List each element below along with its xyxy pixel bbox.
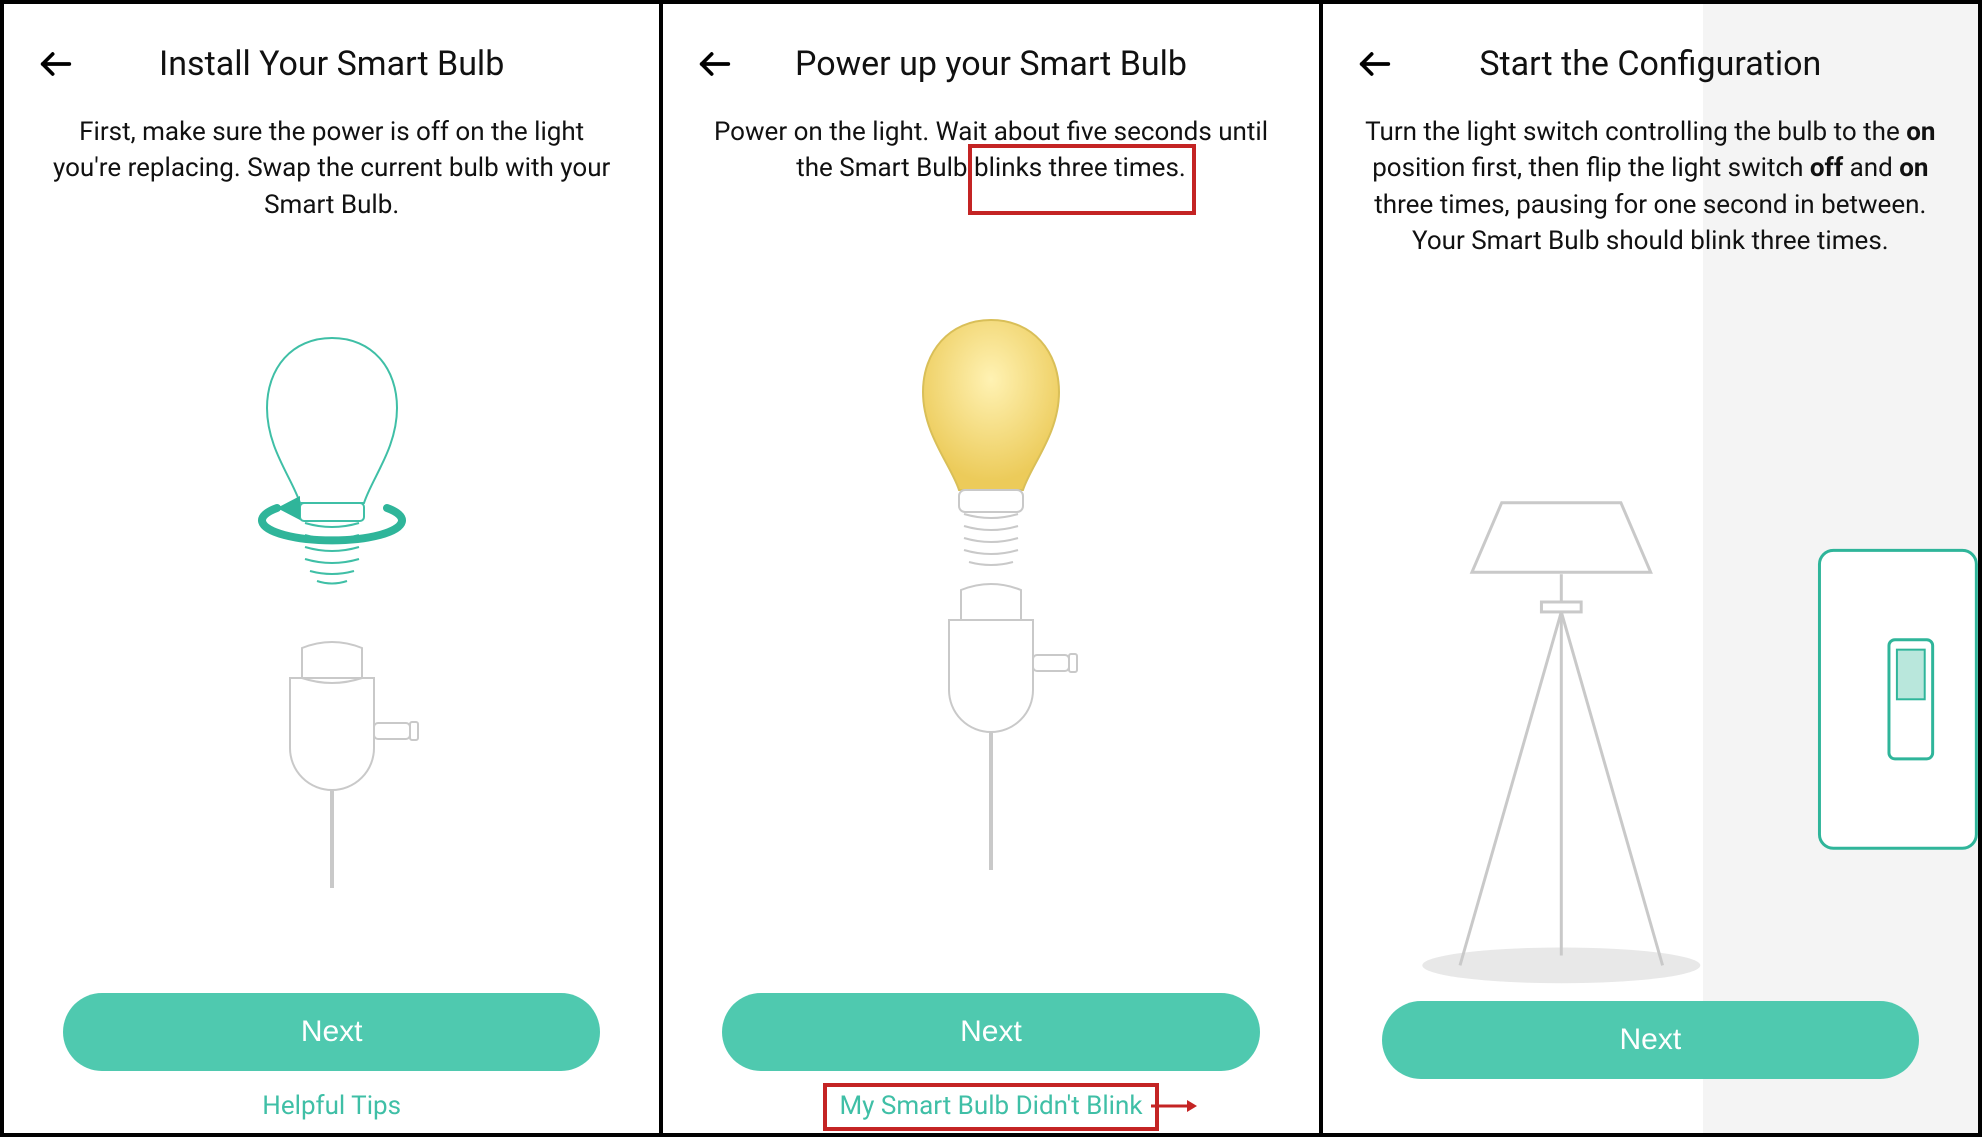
desc-highlight-text: blinks three times. bbox=[974, 153, 1186, 183]
next-button[interactable]: Next bbox=[63, 993, 600, 1071]
page-title: Power up your Smart Bulb bbox=[737, 44, 1244, 84]
desc-part: Turn the light switch controlling the bu… bbox=[1365, 117, 1906, 147]
illustration-install bbox=[4, 223, 659, 993]
header: Install Your Smart Bulb bbox=[4, 4, 659, 94]
desc-bold: on bbox=[1906, 117, 1935, 147]
header: Start the Configuration bbox=[1323, 4, 1978, 94]
desc-bold: on bbox=[1899, 153, 1928, 183]
desc-part: and bbox=[1843, 153, 1899, 183]
illustration-config bbox=[1323, 260, 1978, 1001]
panel-powerup: Power up your Smart Bulb Power on the li… bbox=[659, 4, 1318, 1133]
didnt-blink-link-text: My Smart Bulb Didn't Blink bbox=[839, 1091, 1142, 1121]
description: Power on the light. Wait about five seco… bbox=[663, 94, 1318, 187]
back-arrow-icon[interactable] bbox=[693, 42, 737, 86]
next-button[interactable]: Next bbox=[722, 993, 1259, 1071]
illustration-powerup bbox=[663, 187, 1318, 993]
panel-configuration: Start the Configuration Turn the light s… bbox=[1319, 4, 1978, 1133]
panel-install: Install Your Smart Bulb First, make sure… bbox=[4, 4, 659, 1133]
back-arrow-icon[interactable] bbox=[34, 42, 78, 86]
desc-bold: off bbox=[1810, 153, 1843, 183]
helpful-tips-link[interactable]: Helpful Tips bbox=[256, 1089, 407, 1123]
next-button[interactable]: Next bbox=[1382, 1001, 1919, 1079]
description: First, make sure the power is off on the… bbox=[4, 94, 659, 223]
didnt-blink-link[interactable]: My Smart Bulb Didn't Blink bbox=[833, 1089, 1148, 1123]
red-arrow-icon bbox=[1151, 1099, 1197, 1113]
desc-part: position first, then flip the light swit… bbox=[1372, 153, 1810, 183]
back-arrow-icon[interactable] bbox=[1353, 42, 1397, 86]
page-title: Install Your Smart Bulb bbox=[78, 44, 585, 84]
description: Turn the light switch controlling the bu… bbox=[1323, 94, 1978, 260]
header: Power up your Smart Bulb bbox=[663, 4, 1318, 94]
desc-part: three times, pausing for one second in b… bbox=[1374, 190, 1926, 256]
page-title: Start the Configuration bbox=[1397, 44, 1904, 84]
